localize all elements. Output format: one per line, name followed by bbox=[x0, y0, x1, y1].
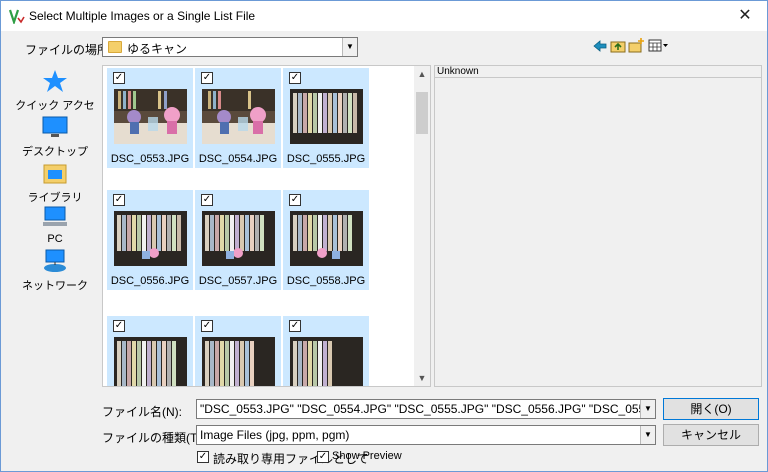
title-bar: Select Multiple Images or a Single List … bbox=[1, 1, 767, 31]
sidebar-item-label: ライブラリ bbox=[27, 192, 83, 204]
file-checkbox[interactable]: ✓ bbox=[113, 72, 125, 84]
file-checkbox[interactable]: ✓ bbox=[201, 320, 213, 332]
app-icon bbox=[9, 9, 25, 24]
file-name: DSC_0555.JPG bbox=[286, 153, 366, 165]
vertical-scrollbar[interactable]: ▲ ▼ bbox=[414, 66, 430, 386]
filename-label: ファイル名(N): bbox=[102, 405, 182, 419]
preview-pane: Unknown bbox=[434, 65, 762, 387]
file-checkbox[interactable]: ✓ bbox=[113, 320, 125, 332]
image-thumbnail bbox=[290, 211, 363, 266]
file-tile[interactable]: ✓ DSC_0558.JPG bbox=[283, 190, 369, 290]
close-button[interactable]: ✕ bbox=[723, 1, 767, 31]
desktop-icon bbox=[42, 116, 68, 137]
chevron-down-icon[interactable]: ▼ bbox=[342, 38, 357, 56]
window-title: Select Multiple Images or a Single List … bbox=[29, 9, 256, 23]
scroll-down-icon[interactable]: ▼ bbox=[414, 370, 430, 386]
file-dialog: Select Multiple Images or a Single List … bbox=[0, 0, 768, 472]
filetype-label: ファイルの種類(T): bbox=[102, 431, 205, 445]
sidebar-item-pc[interactable]: PC bbox=[13, 205, 97, 245]
file-name: DSC_0554.JPG bbox=[198, 153, 278, 165]
file-tile[interactable]: ✓ DSC_0553.JPG bbox=[107, 68, 193, 168]
file-tile[interactable]: ✓ bbox=[283, 316, 369, 386]
network-icon bbox=[44, 249, 66, 272]
open-button[interactable]: 開く(O) bbox=[663, 398, 759, 420]
location-value: ゆるキャン bbox=[127, 42, 188, 56]
show-preview-checkbox[interactable]: ✓ bbox=[317, 451, 329, 463]
new-folder-icon[interactable] bbox=[627, 37, 645, 55]
location-combo[interactable]: ゆるキャン ▼ bbox=[102, 37, 358, 57]
file-checkbox[interactable]: ✓ bbox=[201, 72, 213, 84]
readonly-checkbox[interactable]: ✓ bbox=[197, 451, 209, 463]
image-thumbnail bbox=[202, 89, 275, 144]
file-tile[interactable]: ✓ DSC_0554.JPG bbox=[195, 68, 281, 168]
file-checkbox[interactable]: ✓ bbox=[113, 194, 125, 206]
filetype-select[interactable]: Image Files (jpg, ppm, pgm) ▼ bbox=[196, 425, 656, 445]
file-name: DSC_0557.JPG bbox=[198, 275, 278, 287]
sidebar-item-label: デスクトップ bbox=[22, 146, 88, 158]
up-folder-icon[interactable] bbox=[609, 37, 627, 55]
sidebar-item-label: ネットワーク bbox=[22, 280, 88, 292]
file-tile[interactable]: ✓ bbox=[107, 316, 193, 386]
sidebar-item-desktop[interactable]: デスクトップ bbox=[13, 115, 97, 159]
filename-input[interactable]: "DSC_0553.JPG" "DSC_0554.JPG" "DSC_0555.… bbox=[196, 399, 656, 419]
file-checkbox[interactable]: ✓ bbox=[289, 72, 301, 84]
image-thumbnail bbox=[290, 89, 363, 144]
file-name: DSC_0558.JPG bbox=[286, 275, 366, 287]
file-tile[interactable]: ✓ bbox=[195, 316, 281, 386]
file-list[interactable]: ✓ DSC_0553.JPG ✓ DSC_0554.JPG ✓ DSC_0555… bbox=[102, 65, 431, 387]
image-thumbnail bbox=[202, 211, 275, 266]
cancel-button[interactable]: キャンセル bbox=[663, 424, 759, 446]
scroll-thumb[interactable] bbox=[416, 92, 428, 134]
places-bar: クイック アクセス デスクトップ ライブラリ PC bbox=[13, 65, 97, 387]
file-checkbox[interactable]: ✓ bbox=[289, 320, 301, 332]
sidebar-item-network[interactable]: ネットワーク bbox=[13, 249, 97, 293]
image-thumbnail bbox=[290, 337, 363, 386]
sidebar-item-label: PC bbox=[47, 233, 63, 245]
file-tile[interactable]: ✓ DSC_0556.JPG bbox=[107, 190, 193, 290]
folder-icon bbox=[108, 41, 122, 53]
file-name: DSC_0556.JPG bbox=[110, 275, 190, 287]
image-thumbnail bbox=[114, 89, 187, 144]
file-checkbox[interactable]: ✓ bbox=[289, 194, 301, 206]
preview-header: Unknown bbox=[435, 66, 761, 78]
filetype-value: Image Files (jpg, ppm, pgm) bbox=[200, 428, 350, 442]
view-menu-icon[interactable] bbox=[647, 37, 669, 55]
image-thumbnail bbox=[114, 211, 187, 266]
back-arrow-icon[interactable] bbox=[591, 37, 609, 55]
sidebar-item-library[interactable]: ライブラリ bbox=[13, 161, 97, 205]
image-thumbnail bbox=[202, 337, 275, 386]
chevron-down-icon[interactable]: ▼ bbox=[640, 400, 655, 418]
file-name: DSC_0553.JPG bbox=[110, 153, 190, 165]
file-checkbox[interactable]: ✓ bbox=[201, 194, 213, 206]
show-preview-label: Show Preview bbox=[332, 450, 402, 462]
pc-icon bbox=[43, 206, 67, 226]
star-icon bbox=[43, 70, 67, 92]
image-thumbnail bbox=[114, 337, 187, 386]
file-tile[interactable]: ✓ DSC_0555.JPG bbox=[283, 68, 369, 168]
scroll-up-icon[interactable]: ▲ bbox=[414, 66, 430, 82]
filename-value: "DSC_0553.JPG" "DSC_0554.JPG" "DSC_0555.… bbox=[200, 402, 655, 416]
chevron-down-icon[interactable]: ▼ bbox=[640, 426, 655, 444]
library-icon bbox=[43, 164, 67, 184]
file-tile[interactable]: ✓ DSC_0557.JPG bbox=[195, 190, 281, 290]
